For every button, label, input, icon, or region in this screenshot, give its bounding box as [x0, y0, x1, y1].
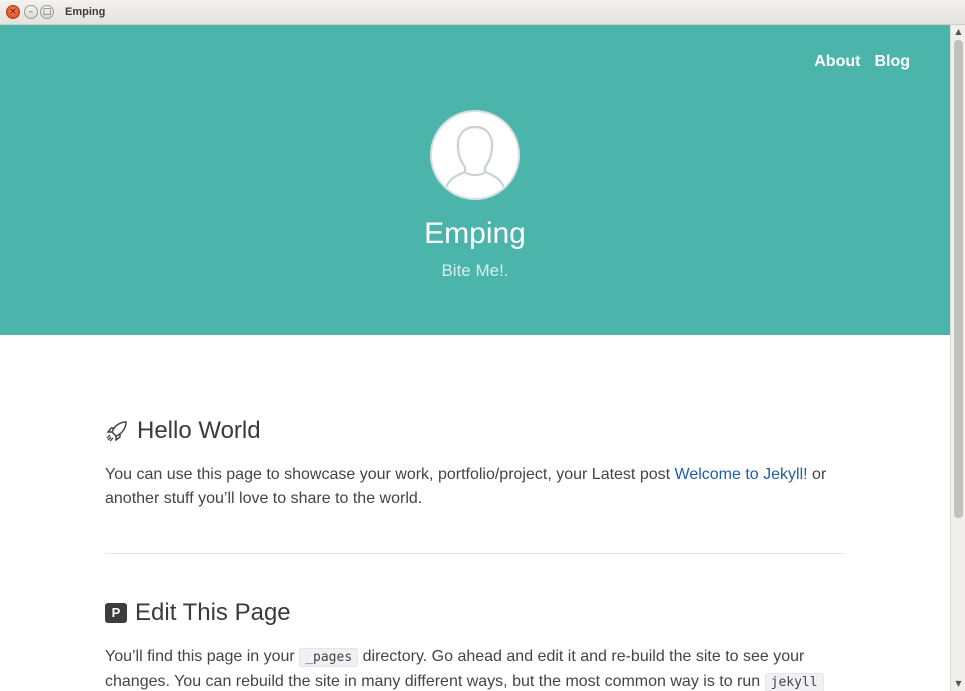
avatar: [430, 110, 520, 200]
scrollbar-thumb[interactable]: [954, 40, 963, 518]
parking-p-icon: P: [105, 603, 127, 623]
vertical-scrollbar[interactable]: ▲ ▼: [950, 25, 965, 691]
section-heading: Hello World: [137, 417, 261, 444]
window-close-button[interactable]: ×: [6, 5, 20, 19]
window-titlebar: × – □ Emping: [0, 0, 965, 25]
window-minimize-button[interactable]: –: [24, 5, 38, 19]
section-paragraph: You’ll find this page in your _pages dir…: [105, 645, 845, 691]
paragraph-text: You can use this page to showcase your w…: [105, 466, 675, 483]
window-maximize-button[interactable]: □: [40, 5, 54, 19]
section-heading: Edit This Page: [135, 599, 291, 626]
main-content: Hello World You can use this page to sho…: [105, 417, 845, 691]
code-snippet: jekyll: [764, 673, 824, 691]
section-edit-page-header: P Edit This Page: [105, 599, 845, 627]
user-silhouette-icon: [445, 125, 505, 188]
site-subtitle: Bite Me!.: [441, 261, 509, 280]
window-title: Emping: [65, 6, 106, 18]
page-viewport: About Blog Emping Bite Me!. Hello World …: [0, 25, 950, 691]
paragraph-text: You’ll find this page in your: [105, 648, 300, 665]
scroll-up-arrow-icon[interactable]: ▲: [951, 25, 965, 39]
section-divider: [105, 553, 845, 554]
section-paragraph: You can use this page to showcase your w…: [105, 463, 845, 511]
hero-header: About Blog Emping Bite Me!.: [0, 25, 950, 335]
site-title: Emping: [424, 217, 526, 250]
nav-blog-link[interactable]: Blog: [874, 53, 910, 71]
rocket-icon: [106, 421, 127, 442]
top-nav: About Blog: [814, 53, 910, 71]
welcome-post-link[interactable]: Welcome to Jekyll!: [675, 466, 808, 483]
nav-about-link[interactable]: About: [814, 53, 860, 71]
code-snippet: _pages: [299, 648, 359, 667]
section-hello-world-header: Hello World: [105, 417, 845, 445]
scroll-down-arrow-icon[interactable]: ▼: [951, 677, 965, 691]
